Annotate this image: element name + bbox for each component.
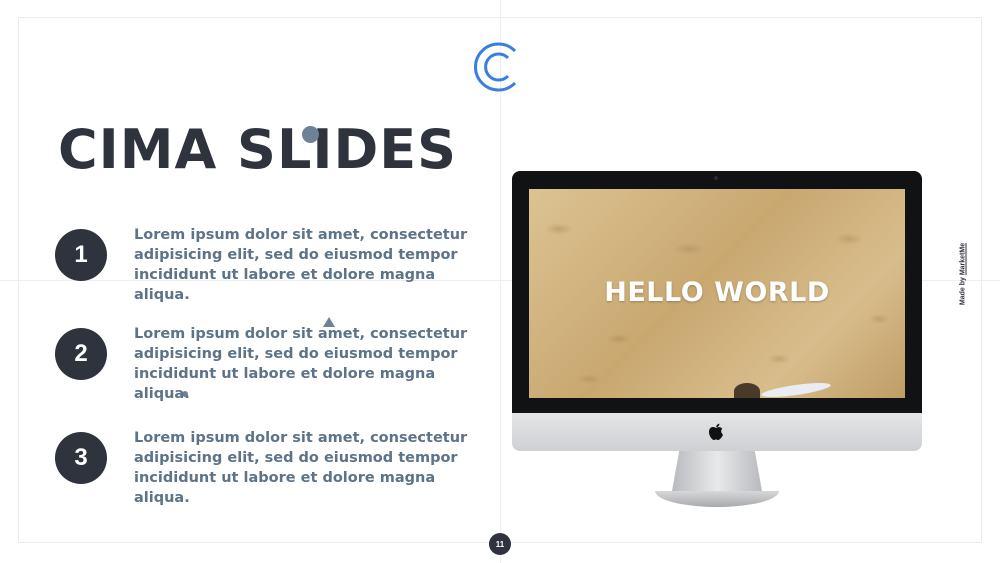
credit-brand-link[interactable]: MarketMe <box>960 243 967 275</box>
camera-icon <box>714 176 718 180</box>
made-by-credit: Made by MarketMe <box>960 243 967 305</box>
item-number-badge: 2 <box>55 328 107 380</box>
surfer-figure <box>734 383 760 398</box>
monitor-chin <box>512 413 922 451</box>
decorative-dot <box>302 126 319 143</box>
monitor-screen-image: HELLO WORLD <box>529 189 905 398</box>
item-text: Lorem ipsum dolor sit amet, consectetur … <box>134 326 468 402</box>
item-number-badge: 3 <box>55 432 107 484</box>
screen-headline: HELLO WORLD <box>604 277 830 308</box>
item-text: Lorem ipsum dolor sit amet, consectetur … <box>134 430 468 506</box>
apple-icon <box>709 423 723 440</box>
slide-title: CIMA SLIDES <box>58 118 458 181</box>
surfboard <box>760 380 832 398</box>
monitor-mockup: HELLO WORLD <box>512 171 922 511</box>
item-number-badge: 1 <box>55 229 107 281</box>
page-number-badge: 11 <box>489 533 511 555</box>
item-text: Lorem ipsum dolor sit amet, consectetur … <box>134 227 468 303</box>
monitor-bezel: HELLO WORLD <box>512 171 922 413</box>
c-logo-icon <box>473 42 517 92</box>
credit-prefix: Made by <box>959 277 967 306</box>
monitor-stand <box>672 451 762 491</box>
monitor-base <box>655 491 779 507</box>
